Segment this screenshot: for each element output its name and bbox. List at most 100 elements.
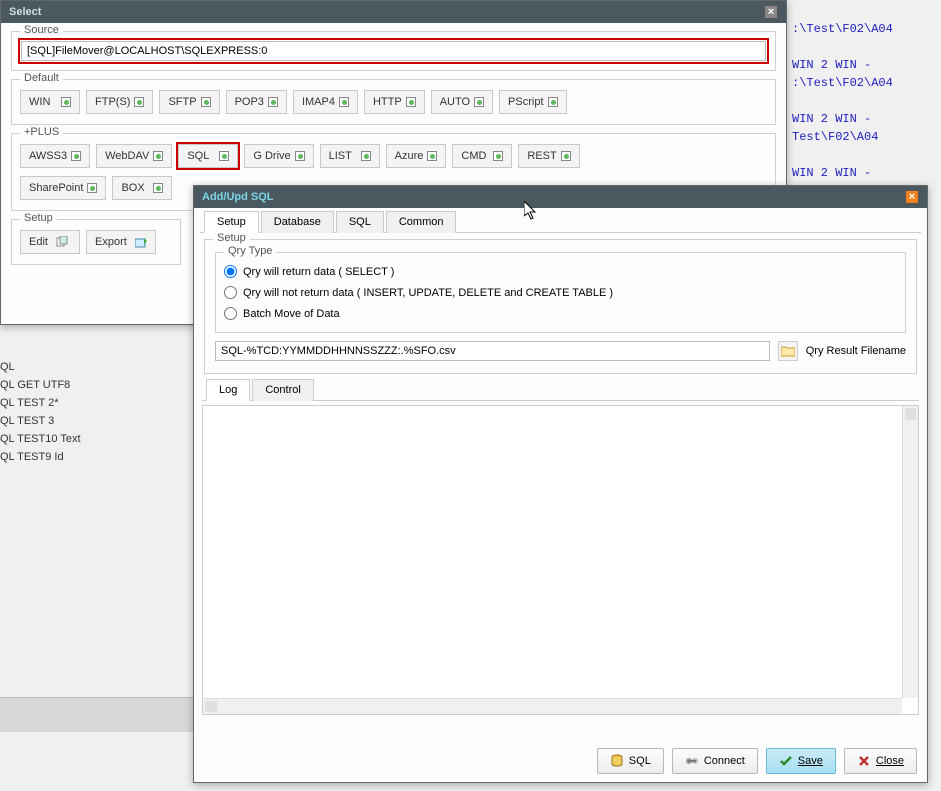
pop3-button[interactable]: POP3	[226, 90, 287, 114]
button-label: POP3	[235, 96, 264, 108]
sql-button[interactable]: SQL	[178, 144, 238, 168]
awss3-button[interactable]: AWSS3	[20, 144, 90, 168]
save-button[interactable]: Save	[766, 748, 836, 774]
close-icon[interactable]: ×	[905, 190, 919, 204]
list-item[interactable]: QL GET UTF8	[0, 376, 81, 394]
box-button[interactable]: BOX	[112, 176, 172, 200]
indicator-icon	[561, 151, 571, 161]
radio-batch-label: Batch Move of Data	[243, 308, 340, 320]
indicator-icon	[153, 183, 163, 193]
azure-button[interactable]: Azure	[386, 144, 447, 168]
indicator-icon	[295, 151, 305, 161]
indicator-icon	[134, 97, 144, 107]
indicator-icon	[493, 151, 503, 161]
button-label: Azure	[395, 150, 424, 162]
radio-batch-input[interactable]	[224, 307, 237, 320]
list-item[interactable]: QL TEST10 Text	[0, 430, 81, 448]
button-label: SFTP	[168, 96, 196, 108]
tab-control[interactable]: Control	[252, 379, 313, 401]
connect-button[interactable]: Connect	[672, 748, 758, 774]
default-legend: Default	[20, 72, 63, 84]
sql-title: Add/Upd SQL	[202, 191, 274, 203]
close-button-label: Close	[876, 755, 904, 767]
http-button[interactable]: HTTP	[364, 90, 425, 114]
source-input[interactable]	[21, 41, 766, 61]
indicator-icon	[61, 97, 71, 107]
radio-batch[interactable]: Batch Move of Data	[224, 303, 897, 324]
button-label: WIN	[29, 96, 50, 108]
horizontal-scrollbar[interactable]	[203, 698, 902, 714]
button-label: WebDAV	[105, 150, 149, 162]
list-item[interactable]: QL TEST 3	[0, 412, 81, 430]
indicator-icon	[268, 97, 278, 107]
save-button-label: Save	[798, 755, 823, 767]
log-tabs: LogControl	[202, 378, 919, 401]
radio-insert[interactable]: Qry will not return data ( INSERT, UPDAT…	[224, 282, 897, 303]
qry-filename-input[interactable]	[215, 341, 770, 361]
export-label: Export	[95, 236, 127, 248]
list-item[interactable]: QL TEST9 Id	[0, 448, 81, 466]
button-label: LIST	[329, 150, 352, 162]
cmd-button[interactable]: CMD	[452, 144, 512, 168]
indicator-icon	[361, 151, 371, 161]
left-list: QLQL GET UTF8QL TEST 2*QL TEST 3QL TEST1…	[0, 358, 81, 466]
qrytype-group: Qry Type Qry will return data ( SELECT )…	[215, 252, 906, 333]
tab-setup[interactable]: Setup	[204, 211, 259, 233]
list-item[interactable]: QL	[0, 358, 81, 376]
indicator-icon	[201, 97, 211, 107]
tab-database[interactable]: Database	[261, 211, 334, 233]
edit-icon	[56, 236, 68, 248]
ftps-button[interactable]: FTP(S)	[86, 90, 153, 114]
sql-button[interactable]: SQL	[597, 748, 664, 774]
footer-buttons: SQL Connect Save Close	[597, 748, 917, 774]
tab-log[interactable]: Log	[206, 379, 250, 401]
plus-button-row-1: AWSS3 WebDAV SQLG Drive LIST Azure CMD REST	[20, 142, 767, 170]
win-button[interactable]: WIN	[20, 90, 80, 114]
indicator-icon	[427, 151, 437, 161]
setup-fieldset: Setup Edit Export	[11, 219, 181, 265]
export-button[interactable]: Export	[86, 230, 156, 254]
button-label: PScript	[508, 96, 543, 108]
setup-buttons: Edit Export	[20, 228, 172, 256]
indicator-icon	[71, 151, 81, 161]
default-button-row: WIN FTP(S) SFTP POP3 IMAP4 HTTP AUTO PScript	[20, 88, 767, 116]
indicator-icon	[153, 151, 163, 161]
tab-common[interactable]: Common	[386, 211, 457, 233]
sftp-button[interactable]: SFTP	[159, 90, 219, 114]
button-label: AUTO	[440, 96, 470, 108]
radio-select[interactable]: Qry will return data ( SELECT )	[224, 261, 897, 282]
close-icon[interactable]: ×	[764, 5, 778, 19]
button-label: AWSS3	[29, 150, 67, 162]
radio-select-input[interactable]	[224, 265, 237, 278]
button-label: REST	[527, 150, 556, 162]
list-item[interactable]: QL TEST 2*	[0, 394, 81, 412]
qry-filename-label: Qry Result Filename	[806, 345, 906, 357]
connect-icon	[685, 754, 699, 768]
vertical-scrollbar[interactable]	[902, 406, 918, 698]
folder-icon[interactable]	[778, 341, 798, 361]
button-label: HTTP	[373, 96, 402, 108]
sharepoint-button[interactable]: SharePoint	[20, 176, 106, 200]
gdrive-button[interactable]: G Drive	[244, 144, 313, 168]
sql-titlebar: Add/Upd SQL ×	[194, 186, 927, 208]
plus-legend: +PLUS	[20, 126, 63, 138]
qrytype-legend: Qry Type	[224, 245, 276, 257]
webdav-button[interactable]: WebDAV	[96, 144, 172, 168]
imap4-button[interactable]: IMAP4	[293, 90, 358, 114]
close-button[interactable]: Close	[844, 748, 917, 774]
rest-button[interactable]: REST	[518, 144, 579, 168]
background-bar	[0, 697, 193, 732]
setup-group: Setup Qry Type Qry will return data ( SE…	[204, 239, 917, 374]
list-button[interactable]: LIST	[320, 144, 380, 168]
setup-legend: Setup	[20, 212, 57, 224]
edit-button[interactable]: Edit	[20, 230, 80, 254]
radio-insert-label: Qry will not return data ( INSERT, UPDAT…	[243, 287, 613, 299]
pscript-button[interactable]: PScript	[499, 90, 566, 114]
tab-sql[interactable]: SQL	[336, 211, 384, 233]
connect-button-label: Connect	[704, 755, 745, 767]
radio-insert-input[interactable]	[224, 286, 237, 299]
indicator-icon	[406, 97, 416, 107]
source-legend: Source	[20, 24, 63, 36]
auto-button[interactable]: AUTO	[431, 90, 493, 114]
export-icon	[135, 236, 147, 248]
